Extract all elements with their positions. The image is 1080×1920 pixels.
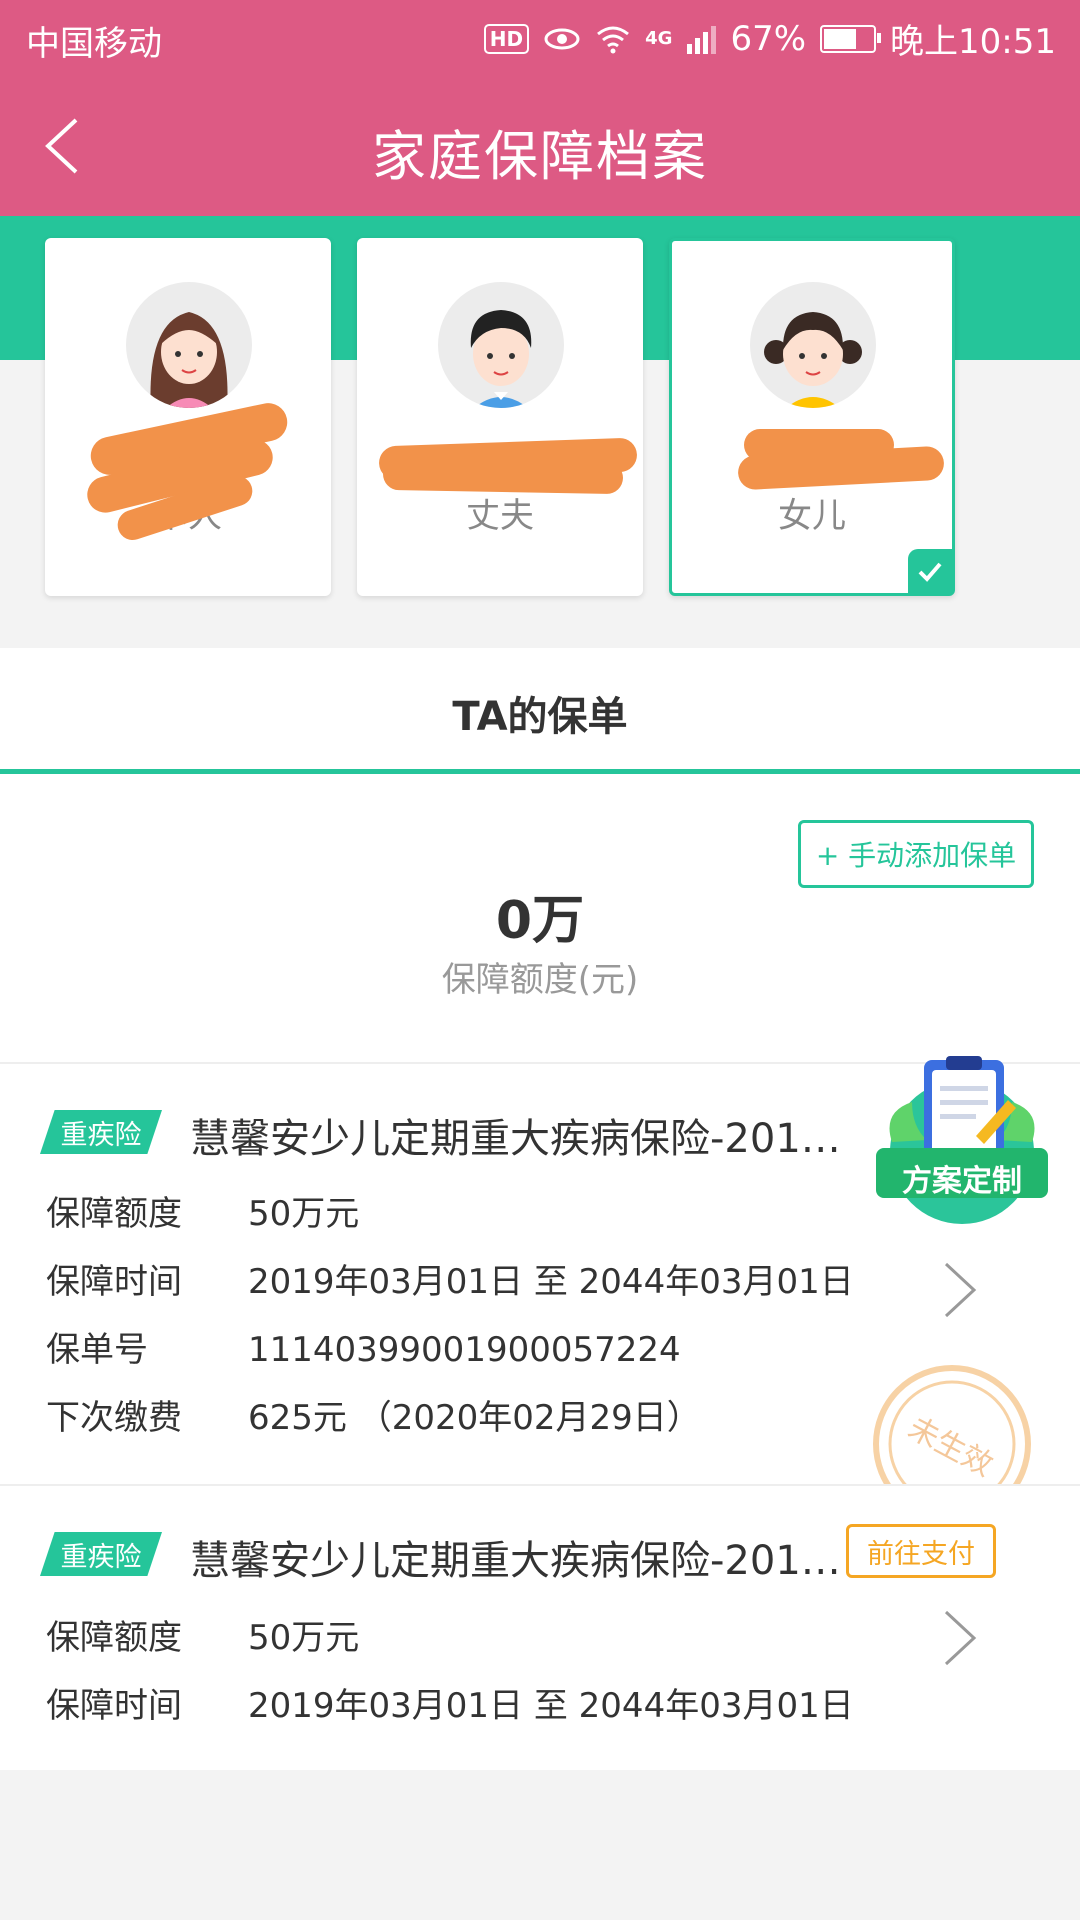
section-title: TA的保单 [452,694,628,740]
go-pay-button[interactable]: 前往支付 [846,1524,996,1578]
battery-icon [820,24,882,53]
nav-bar: 家庭保障档案 [0,76,1080,216]
policy-row-number: 保单号 11140399001900057224 [46,1330,681,1370]
policy-section-tab: TA的保单 [0,648,1080,774]
redaction-mark [382,457,624,495]
policy-row-period: 保障时间 2019年03月01日 至 2044年03月01日 [46,1262,854,1302]
battery-percent: 67% [730,18,807,59]
member-card-husband[interactable]: 丈夫 [357,238,643,596]
member-card-daughter[interactable]: 女儿 [669,238,955,596]
coverage-amount-label: 保障额度(元) [441,960,639,1000]
chevron-right-icon[interactable] [940,1608,980,1668]
avatar-husband [438,282,564,408]
avatar-daughter [750,282,876,408]
network-type: 4G [645,28,673,49]
policy-type-tag: 重疾险 [40,1110,162,1154]
eye-icon [544,28,580,49]
policy-name: 慧馨安少儿定期重大疾病保险-2018… [190,1538,856,1584]
coverage-amount: 0万 [495,891,585,951]
policy-card[interactable]: 重疾险 慧馨安少儿定期重大疾病保险-2018… 前往支付 保障额度 50万元 保障… [0,1484,1080,1770]
policy-row-coverage: 保障额度 50万元 [46,1618,360,1658]
member-role-daughter: 女儿 [778,496,846,536]
policy-row-period: 保障时间 2019年03月01日 至 2044年03月01日 [46,1686,854,1726]
plan-customize-label: 方案定制 [902,1164,1022,1199]
coverage-summary: + 手动添加保单 0万 保障额度(元) [0,774,1080,1062]
avatar-self [126,282,252,408]
policy-row-coverage: 保障额度 50万元 [46,1194,360,1234]
plan-customize-button[interactable]: 方案定制 [872,1052,1052,1232]
member-role-husband: 丈夫 [466,496,534,536]
member-card-self[interactable]: 本人 [45,238,331,596]
selected-check-icon [908,549,952,593]
signal-icon [687,25,717,54]
status-bar: 中国移动 HD 4G 67% 晚上10:51 [0,0,1080,76]
page-title: 家庭保障档案 [372,125,708,188]
policy-row-next-payment: 下次缴费 625元 （2020年02月29日） [46,1398,701,1438]
clock: 晚上10:51 [890,22,1056,62]
wifi-icon [597,26,630,53]
hd-icon: HD [483,23,530,54]
carrier-label: 中国移动 [26,24,162,64]
chevron-right-icon[interactable] [940,1260,980,1320]
policy-type-tag: 重疾险 [40,1532,162,1576]
policy-name: 慧馨安少儿定期重大疾病保险-2018… [190,1116,856,1162]
